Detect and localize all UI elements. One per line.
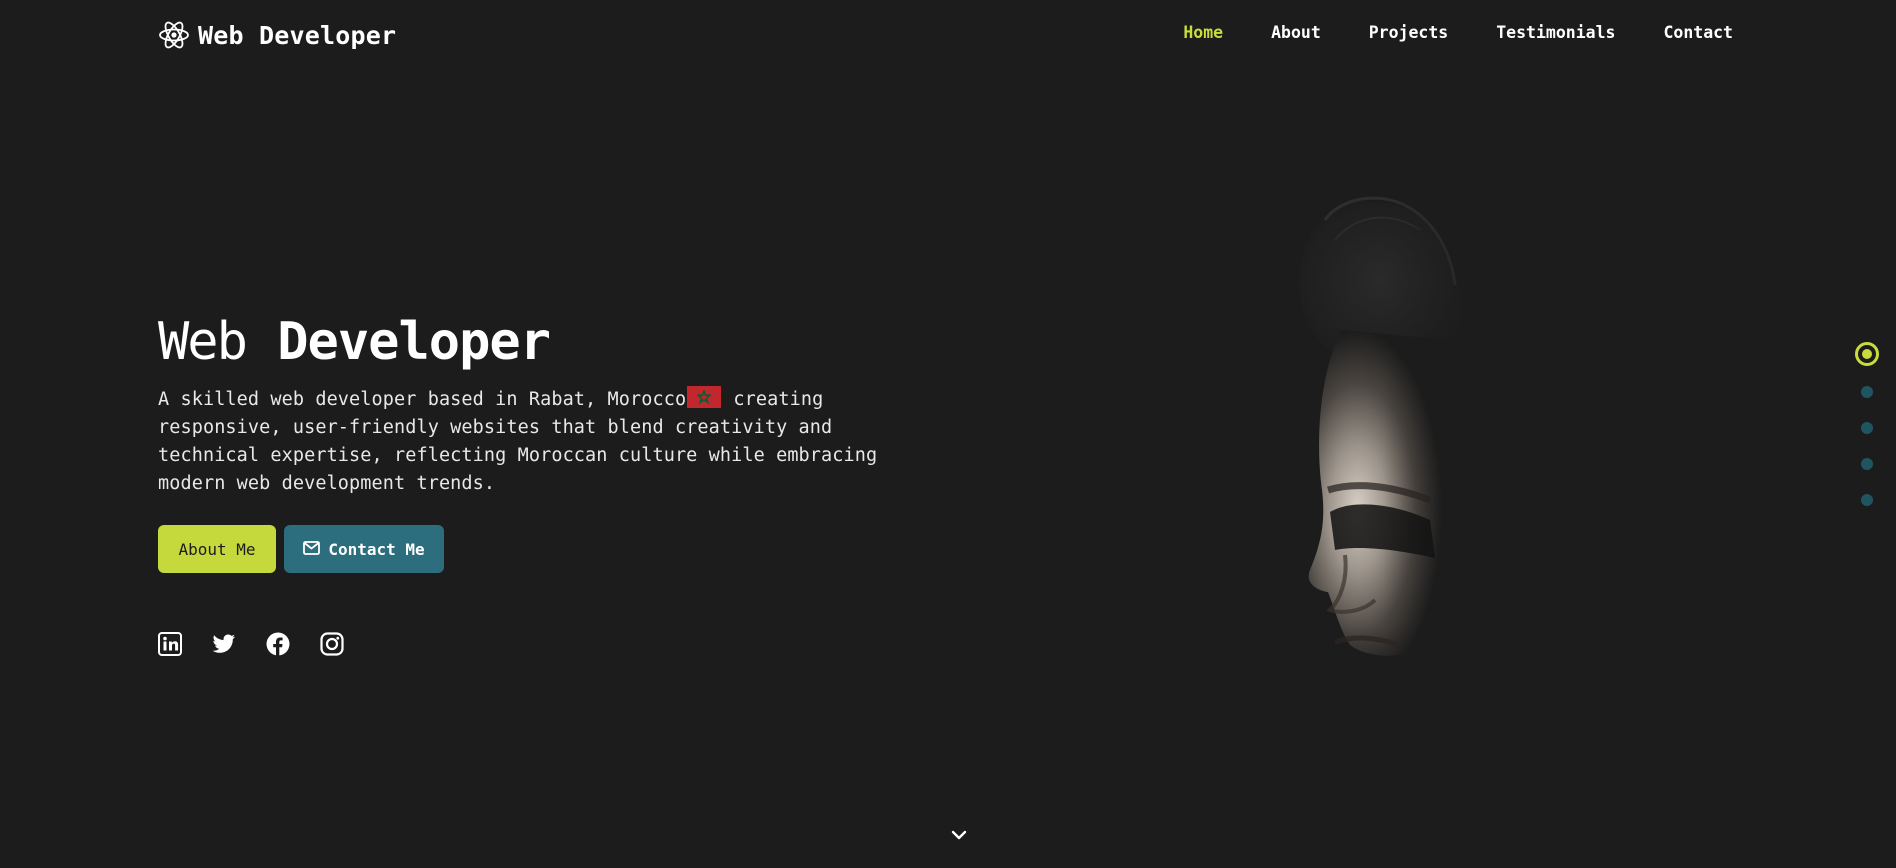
section-dot-about[interactable] <box>1861 386 1873 398</box>
section-dot-home[interactable] <box>1855 342 1879 366</box>
nav-link-about[interactable]: About <box>1271 23 1321 42</box>
brand-logo[interactable]: Web Developer <box>158 18 396 52</box>
morocco-flag-icon <box>687 386 722 408</box>
twitter-icon[interactable] <box>212 632 236 656</box>
nav-link-projects[interactable]: Projects <box>1369 23 1448 42</box>
hero-description: A skilled web developer based in Rabat, … <box>158 386 878 498</box>
about-me-button[interactable]: About Me <box>158 525 276 573</box>
hero-buttons: About Me Contact Me <box>158 525 444 573</box>
page: Web Developer Home About Projects Testim… <box>0 0 1896 868</box>
envelope-icon <box>303 540 321 559</box>
facebook-icon[interactable] <box>266 632 290 656</box>
nav-links: Home About Projects Testimonials Contact <box>1183 23 1733 42</box>
hero-title: Web Developer <box>158 308 551 376</box>
chevron-down-icon[interactable] <box>951 826 967 845</box>
instagram-icon[interactable] <box>320 632 344 656</box>
atom-icon <box>158 19 190 51</box>
nav-link-home[interactable]: Home <box>1183 23 1223 42</box>
hero-title-light: Web <box>158 312 248 372</box>
contact-me-label: Contact Me <box>328 539 425 559</box>
nav-link-contact[interactable]: Contact <box>1663 23 1733 42</box>
section-dot-projects[interactable] <box>1861 422 1873 434</box>
portrait-image <box>1130 190 1590 750</box>
navbar: Web Developer Home About Projects Testim… <box>0 0 1896 70</box>
contact-me-button[interactable]: Contact Me <box>284 525 444 573</box>
hero-title-bold: Developer <box>277 312 551 372</box>
section-dot-testimonials[interactable] <box>1861 458 1873 470</box>
brand-name: Web Developer <box>198 20 397 50</box>
social-links <box>158 632 344 656</box>
section-dot-contact[interactable] <box>1861 494 1873 506</box>
nav-link-testimonials[interactable]: Testimonials <box>1496 23 1615 42</box>
linkedin-icon[interactable] <box>158 632 182 656</box>
about-me-label: About Me <box>178 539 256 559</box>
hero-description-part-1: A skilled web developer based in Rabat, … <box>158 389 687 410</box>
